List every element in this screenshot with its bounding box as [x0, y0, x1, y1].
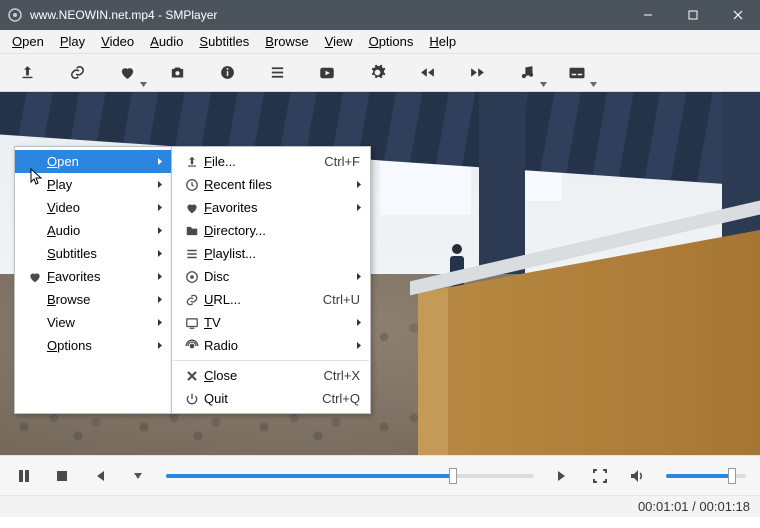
time-current: 00:01:01	[638, 499, 689, 514]
chevron-right-icon	[157, 180, 163, 189]
chevron-right-icon	[157, 249, 163, 258]
tv-icon	[180, 316, 204, 330]
menu-item-close[interactable]: CloseCtrl+X	[172, 364, 370, 387]
chevron-right-icon	[356, 272, 362, 281]
menu-item-favorites[interactable]: Favorites	[172, 196, 370, 219]
close-icon	[180, 370, 204, 382]
maximize-button[interactable]	[670, 0, 715, 30]
chevron-right-icon	[356, 203, 362, 212]
menu-item-disc[interactable]: Disc	[172, 265, 370, 288]
seek-slider[interactable]	[166, 474, 534, 478]
context-menu: OpenPlayVideoAudioSubtitlesFavoritesBrow…	[14, 146, 371, 414]
file-icon	[180, 155, 204, 169]
heart-icon	[180, 201, 204, 215]
audio-track-icon[interactable]	[516, 62, 538, 84]
menu-help[interactable]: Help	[423, 32, 462, 51]
context-submenu-open: File...Ctrl+FRecent filesFavoritesDirect…	[171, 146, 371, 414]
app-icon	[0, 8, 30, 22]
time-total: 00:01:18	[699, 499, 750, 514]
video-area[interactable]: OpenPlayVideoAudioSubtitlesFavoritesBrow…	[0, 92, 760, 455]
list-icon	[180, 247, 204, 261]
menu-item-radio[interactable]: Radio	[172, 334, 370, 357]
clock-icon	[180, 178, 204, 192]
fullscreen-button[interactable]	[590, 466, 610, 486]
menu-item-options[interactable]: Options	[15, 334, 171, 357]
disc-icon	[180, 270, 204, 284]
cursor-icon	[30, 168, 44, 186]
stop-button[interactable]	[52, 466, 72, 486]
youtube-icon[interactable]	[316, 62, 338, 84]
menu-item-tv[interactable]: TV	[172, 311, 370, 334]
chevron-right-icon	[157, 272, 163, 281]
pause-button[interactable]	[14, 466, 34, 486]
chevron-right-icon	[157, 203, 163, 212]
screenshot-icon[interactable]	[166, 62, 188, 84]
open-url-icon[interactable]	[66, 62, 88, 84]
menu-item-video[interactable]: Video	[15, 196, 171, 219]
menu-browse[interactable]: Browse	[259, 32, 314, 51]
menu-item-favorites[interactable]: Favorites	[15, 265, 171, 288]
menu-item-audio[interactable]: Audio	[15, 219, 171, 242]
folder-icon	[180, 224, 204, 238]
menu-subtitles[interactable]: Subtitles	[193, 32, 255, 51]
toolbar	[0, 54, 760, 92]
step-forward-button[interactable]	[552, 466, 572, 486]
playback-controls	[0, 455, 760, 495]
minimize-button[interactable]	[625, 0, 670, 30]
mute-button[interactable]	[628, 466, 648, 486]
menu-item-quit[interactable]: QuitCtrl+Q	[172, 387, 370, 410]
info-icon[interactable]	[216, 62, 238, 84]
step-back-button[interactable]	[90, 466, 110, 486]
radio-icon	[180, 339, 204, 353]
preferences-icon[interactable]	[366, 62, 388, 84]
chevron-right-icon	[356, 318, 362, 327]
window-title: www.NEOWIN.net.mp4 - SMPlayer	[30, 8, 625, 22]
open-file-icon[interactable]	[16, 62, 38, 84]
subtitle-track-icon[interactable]	[566, 62, 588, 84]
chevron-right-icon	[157, 226, 163, 235]
status-bar: 00:01:01 / 00:01:18	[0, 495, 760, 517]
prev-icon[interactable]	[416, 62, 438, 84]
chevron-right-icon	[157, 318, 163, 327]
menu-item-directory[interactable]: Directory...	[172, 219, 370, 242]
chevron-right-icon	[356, 180, 362, 189]
menubar: OpenPlayVideoAudioSubtitlesBrowse ViewOpt…	[0, 30, 760, 54]
menu-item-view[interactable]: View	[15, 311, 171, 334]
menu-item-url[interactable]: URL...Ctrl+U	[172, 288, 370, 311]
favorites-icon[interactable]	[116, 62, 138, 84]
next-icon[interactable]	[466, 62, 488, 84]
link-icon	[180, 293, 204, 307]
menu-open[interactable]: Open	[6, 32, 50, 51]
menu-audio[interactable]: Audio	[144, 32, 189, 51]
playlist-icon[interactable]	[266, 62, 288, 84]
menu-item-subtitles[interactable]: Subtitles	[15, 242, 171, 265]
chevron-right-icon	[157, 295, 163, 304]
menu-item-file[interactable]: File...Ctrl+F	[172, 150, 370, 173]
chevron-right-icon	[356, 341, 362, 350]
menu-options[interactable]: Options	[363, 32, 420, 51]
power-icon	[180, 392, 204, 406]
menu-view[interactable]: View	[319, 32, 359, 51]
menu-item-browse[interactable]: Browse	[15, 288, 171, 311]
chevron-right-icon	[157, 341, 163, 350]
speed-menu-icon[interactable]	[128, 466, 148, 486]
volume-slider[interactable]	[666, 474, 746, 478]
menu-item-recent-files[interactable]: Recent files	[172, 173, 370, 196]
close-button[interactable]	[715, 0, 760, 30]
menu-play[interactable]: Play	[54, 32, 91, 51]
heart-icon	[23, 270, 47, 284]
chevron-right-icon	[157, 157, 163, 166]
menu-item-playlist[interactable]: Playlist...	[172, 242, 370, 265]
context-menu-main: OpenPlayVideoAudioSubtitlesFavoritesBrow…	[14, 146, 172, 414]
titlebar: www.NEOWIN.net.mp4 - SMPlayer	[0, 0, 760, 30]
menu-video[interactable]: Video	[95, 32, 140, 51]
